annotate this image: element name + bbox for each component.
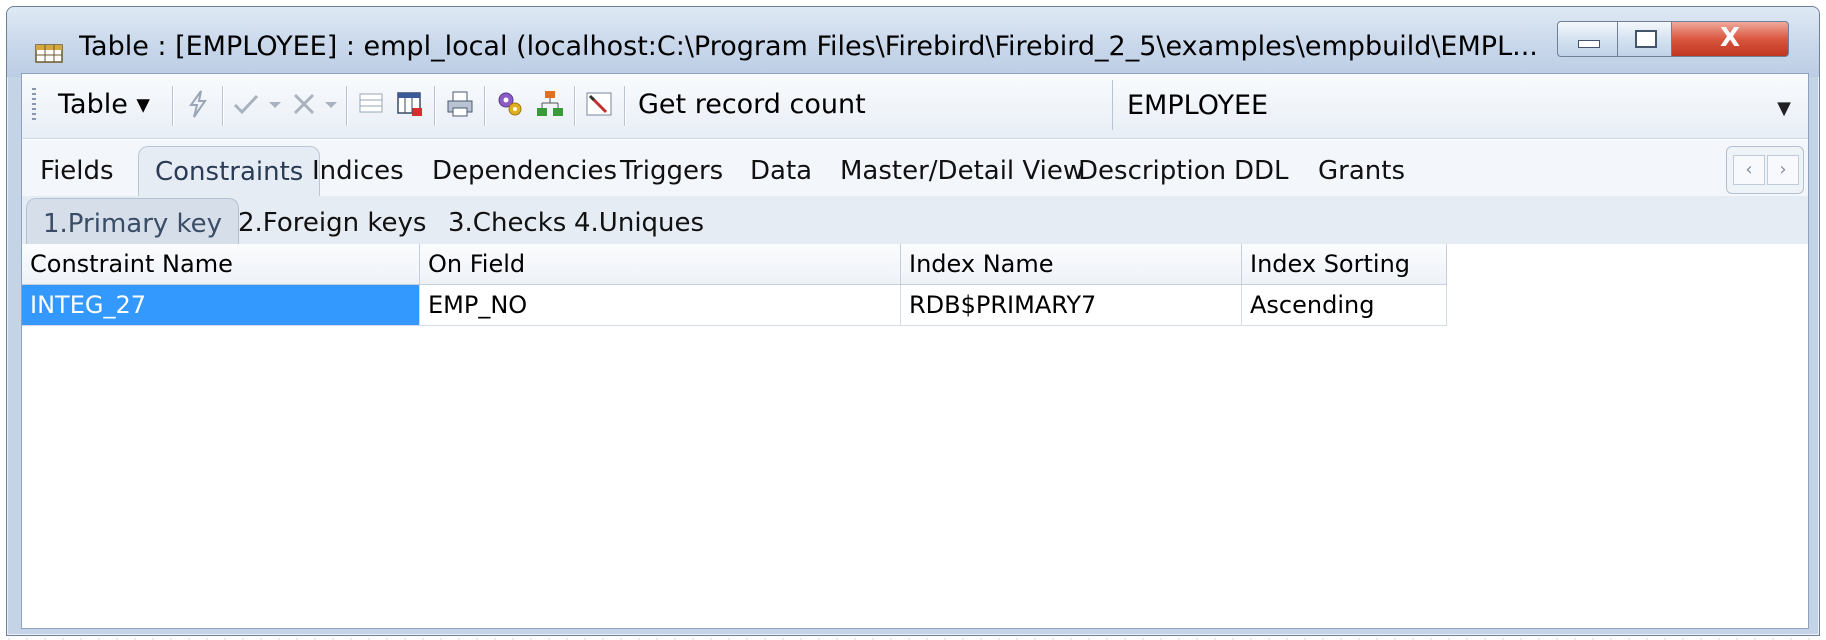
maximize-button[interactable] <box>1617 21 1673 57</box>
tree-structure-icon[interactable] <box>534 88 566 120</box>
minimize-button[interactable] <box>1557 21 1619 57</box>
column-header-index-sorting[interactable]: Index Sorting <box>1242 244 1447 285</box>
toolbar-separator <box>624 86 626 126</box>
toolbar-separator <box>434 86 436 126</box>
tab-grants[interactable]: Grants <box>1318 156 1405 186</box>
tab-indices[interactable]: Indices <box>312 156 404 186</box>
grid-view-icon[interactable] <box>356 88 388 120</box>
tab-constraints[interactable]: Constraints <box>138 146 321 199</box>
table-cell-index-name[interactable]: RDB$PRIMARY7 <box>901 285 1242 326</box>
tab-fields[interactable]: Fields <box>40 156 114 186</box>
column-header-on-field[interactable]: On Field <box>420 244 901 285</box>
scroll-right-icon[interactable]: › <box>1767 155 1799 185</box>
table-icon <box>35 44 63 63</box>
table-cell-index-sorting[interactable]: Ascending <box>1242 285 1447 326</box>
title-bar[interactable]: Table : [EMPLOYEE] : empl_local (localho… <box>7 7 1819 77</box>
chevron-down-icon[interactable] <box>322 88 340 120</box>
column-header-constraint-name[interactable]: Constraint Name <box>22 244 420 285</box>
toolbar-separator <box>574 86 576 126</box>
printer-icon[interactable] <box>444 88 476 120</box>
constraint-subtab-bar: 1.Primary key 2.Foreign keys 3.Checks 4.… <box>22 196 1808 247</box>
window-title: Table : [EMPLOYEE] : empl_local (localho… <box>79 31 1538 62</box>
toolbar-grip[interactable] <box>32 88 36 122</box>
subtab-primary-key[interactable]: 1.Primary key <box>26 198 240 247</box>
scroll-left-icon[interactable]: ‹ <box>1733 155 1765 185</box>
tab-description[interactable]: Description <box>1078 156 1226 186</box>
main-tab-bar: Fields Constraints Indices Dependencies … <box>22 140 1808 199</box>
subtab-foreign-keys[interactable]: 2.Foreign keys <box>238 208 426 238</box>
calendar-grid-icon[interactable] <box>394 88 426 120</box>
subtab-checks[interactable]: 3.Checks <box>448 208 566 238</box>
tab-ddl[interactable]: DDL <box>1234 156 1289 186</box>
toolbar: Table ▾ Get record count EMPLOYEE ▼ <box>22 74 1808 139</box>
toolbar-separator <box>346 86 348 126</box>
get-record-count-button[interactable]: Get record count <box>638 84 866 126</box>
table-cell-constraint-name[interactable]: INTEG_27 <box>22 285 420 326</box>
object-name-combo[interactable]: EMPLOYEE ▼ <box>1112 80 1809 130</box>
chevron-down-icon[interactable] <box>266 88 284 120</box>
tab-triggers[interactable]: Triggers <box>620 156 723 186</box>
tab-dependencies[interactable]: Dependencies <box>432 156 617 186</box>
toolbar-separator <box>222 86 224 126</box>
tab-scroll-buttons: ‹ › <box>1726 146 1804 194</box>
edit-pencil-icon[interactable] <box>584 88 616 120</box>
rollback-x-icon[interactable] <box>288 88 320 120</box>
lightning-icon[interactable] <box>182 88 214 120</box>
chevron-down-icon[interactable]: ▼ <box>1777 98 1791 119</box>
gears-icon[interactable] <box>494 88 526 120</box>
object-name-value: EMPLOYEE <box>1127 90 1269 121</box>
client-area: Table ▾ Get record count EMPLOYEE ▼ Fiel… <box>21 73 1809 629</box>
table-menu-button[interactable]: Table ▾ <box>58 84 150 126</box>
close-button[interactable]: X <box>1671 21 1789 57</box>
column-header-index-name[interactable]: Index Name <box>901 244 1242 285</box>
tab-master-detail-view[interactable]: Master/Detail View <box>840 156 1084 186</box>
tab-data[interactable]: Data <box>750 156 812 186</box>
close-icon: X <box>1719 23 1741 53</box>
constraints-grid: Constraint Name On Field Index Name Inde… <box>22 244 1808 628</box>
subtab-uniques[interactable]: 4.Uniques <box>574 208 704 238</box>
toolbar-separator <box>172 86 174 126</box>
toolbar-separator <box>484 86 486 126</box>
table-editor-window: Table : [EMPLOYEE] : empl_local (localho… <box>6 6 1820 636</box>
table-cell-on-field[interactable]: EMP_NO <box>420 285 901 326</box>
commit-check-icon[interactable] <box>230 88 262 120</box>
